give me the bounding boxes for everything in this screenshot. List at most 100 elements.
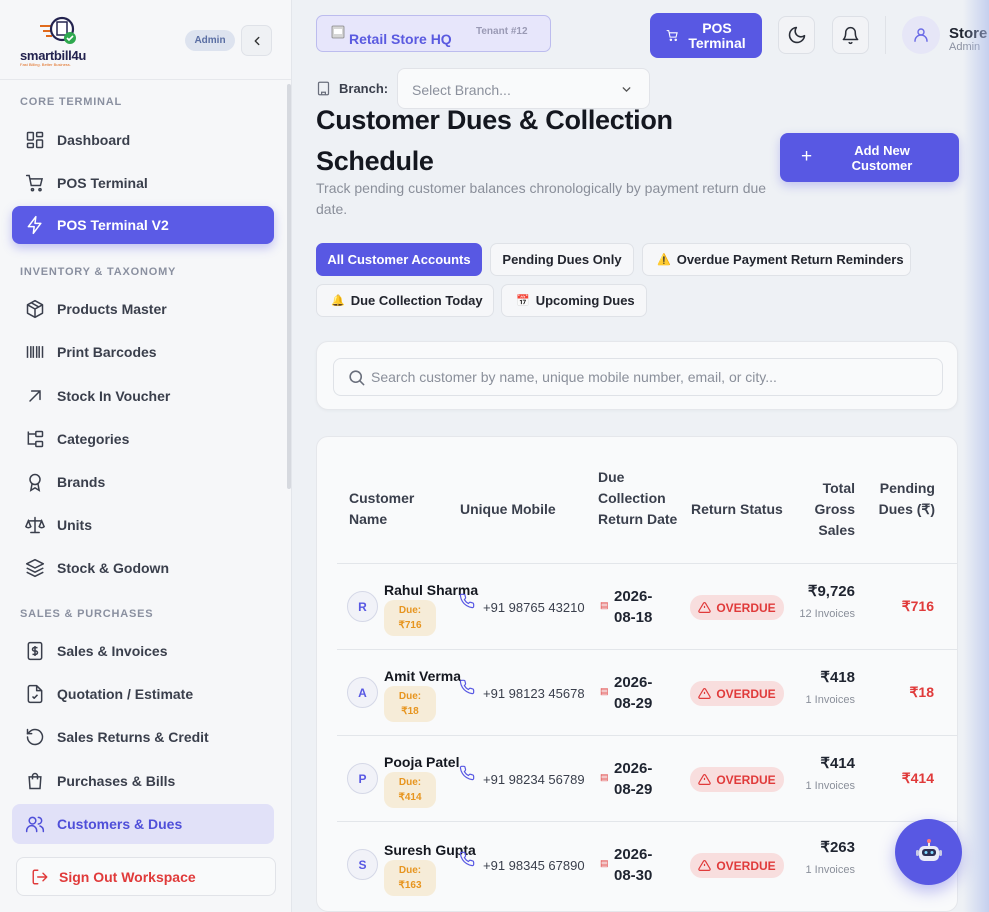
total-gross-sales: ₹414 [820, 755, 855, 772]
store-name: Retail Store HQ [349, 31, 452, 47]
calendar-icon: ▤ [600, 600, 609, 610]
sidebar-item-dashboard[interactable]: Dashboard [12, 121, 274, 159]
sidebar-item-units[interactable]: Units [12, 506, 274, 544]
box-icon [24, 298, 46, 320]
invoice-count: 1 Invoices [805, 864, 855, 876]
pending-dues: ₹716 [901, 598, 934, 614]
sidebar-item-label: Purchases & Bills [57, 773, 176, 789]
user-role: Admin [949, 41, 981, 53]
customer-search-input[interactable] [371, 367, 931, 387]
user-avatar[interactable] [902, 16, 940, 54]
due-amount: ₹716 [398, 620, 422, 631]
sidebar-item-customers-dues[interactable]: Customers & Dues [12, 804, 274, 844]
th-total-gross: Total Gross Sales [814, 480, 855, 538]
due-prefix: Due: [398, 605, 422, 616]
status-badge: OVERDUE [690, 681, 784, 706]
sidebar-item-categories[interactable]: Categories [12, 420, 274, 458]
table-row[interactable]: P Pooja Patel Due: ₹414 +91 98234 56789 ▤… [337, 735, 957, 821]
customer-search[interactable] [333, 358, 943, 396]
brand-tagline: Fast Billing. Better Business. [20, 62, 71, 67]
notifications-button[interactable] [832, 16, 869, 54]
customer-mobile: +91 98765 43210 [483, 600, 585, 615]
alert-triangle-icon [698, 688, 712, 699]
table-row[interactable]: A Amit Verma Due: ₹18 +91 98123 45678 ▤ 2… [337, 649, 957, 735]
receipt-icon [24, 640, 46, 662]
calendar-icon: ▤ [600, 686, 609, 696]
sign-out-button[interactable]: Sign Out Workspace [16, 857, 276, 896]
user-name[interactable]: Store [949, 25, 987, 42]
due-date: 2026-08-29 [614, 760, 653, 798]
customer-mobile: +91 98345 67890 [483, 858, 585, 873]
sidebar-item-print-barcodes[interactable]: Print Barcodes [12, 333, 274, 371]
pos-terminal-label: POS Terminal [688, 20, 746, 51]
sidebar-item-products-master[interactable]: Products Master [12, 290, 274, 328]
customer-avatar: R [347, 591, 378, 622]
add-new-customer-label: Add New Customer [851, 143, 913, 173]
cart-icon [666, 30, 678, 42]
page-title: Customer Dues & Collection Schedule [316, 105, 673, 176]
building-icon [317, 81, 330, 96]
user-icon [914, 28, 928, 42]
filter-upcoming-dues[interactable]: 📅 Upcoming Dues [501, 284, 647, 317]
pos-terminal-button[interactable]: POS Terminal [650, 13, 762, 58]
logo-icon [40, 16, 76, 44]
customer-name[interactable]: Amit Verma [384, 668, 461, 684]
sidebar-item-stock-in-voucher[interactable]: Stock In Voucher [12, 377, 274, 415]
store-selector[interactable]: Retail Store HQ Tenant #12 [316, 15, 551, 52]
top-header: Retail Store HQ Tenant #12 POS Terminal … [293, 0, 989, 72]
sidebar-nav: CORE TERMINAL Dashboard POS Terminal POS… [0, 80, 292, 846]
calendar-icon: ▤ [600, 772, 609, 782]
due-date: 2026-08-30 [614, 846, 653, 884]
moon-icon [788, 26, 805, 44]
status-text: OVERDUE [716, 686, 776, 701]
sidebar-item-quotation[interactable]: Quotation / Estimate [12, 675, 274, 713]
due-amount: ₹18 [401, 706, 419, 717]
sidebar-item-label: Dashboard [57, 132, 131, 148]
status-text: OVERDUE [716, 600, 776, 615]
sign-out-label: Sign Out Workspace [59, 868, 196, 885]
file-check-icon [24, 683, 46, 705]
section-title-core: CORE TERMINAL [20, 96, 123, 108]
filter-due-today[interactable]: 🔔 Due Collection Today [316, 284, 494, 317]
status-text: OVERDUE [716, 858, 776, 873]
sidebar-item-label: Customers & Dues [57, 816, 183, 832]
brand-logo[interactable]: smartbill4u Fast Billing. Better Busines… [20, 14, 100, 67]
filter-pending-dues[interactable]: Pending Dues Only [490, 243, 634, 276]
chevron-left-icon [254, 36, 259, 45]
filter-overdue-reminders[interactable]: ⚠️ Overdue Payment Return Reminders [642, 243, 911, 276]
th-return-status: Return Status [691, 501, 783, 517]
sidebar-item-purchases-bills[interactable]: Purchases & Bills [12, 762, 274, 800]
sidebar-item-pos-terminal-v2[interactable]: POS Terminal V2 [12, 206, 274, 244]
table-row[interactable]: R Rahul Sharma Due: ₹716 +91 98765 43210 … [337, 563, 957, 649]
customer-name[interactable]: Pooja Patel [384, 754, 459, 770]
sidebar-item-label: Units [57, 517, 92, 533]
customer-mobile: +91 98234 56789 [483, 772, 585, 787]
sidebar-scrollbar[interactable] [287, 84, 291, 489]
filter-all-customers[interactable]: All Customer Accounts [316, 243, 482, 276]
phone-icon [459, 765, 475, 781]
filter-label: All Customer Accounts [327, 252, 471, 267]
sidebar-item-sales-returns[interactable]: Sales Returns & Credit [12, 718, 274, 756]
theme-toggle-button[interactable] [778, 16, 815, 54]
pending-dues: ₹414 [901, 770, 934, 786]
sidebar-item-pos-terminal[interactable]: POS Terminal [12, 164, 274, 202]
collapse-sidebar-button[interactable] [241, 25, 272, 56]
due-prefix: Due: [398, 691, 422, 702]
sidebar-item-brands[interactable]: Brands [12, 463, 274, 501]
alert-triangle-icon [698, 774, 712, 785]
sidebar-item-label: Print Barcodes [57, 344, 157, 360]
due-amount: ₹414 [398, 792, 422, 803]
table-row[interactable]: S Suresh Gupta Due: ₹163 +91 98345 67890 … [337, 821, 957, 907]
due-badge: Due: ₹18 [384, 686, 436, 722]
customer-avatar: P [347, 763, 378, 794]
admin-badge: Admin [185, 30, 235, 51]
ai-assistant-button[interactable] [895, 819, 962, 885]
grid-icon [24, 129, 46, 151]
store-icon [331, 25, 345, 39]
sidebar-item-stock-godown[interactable]: Stock & Godown [12, 549, 274, 587]
sidebar-item-sales-invoices[interactable]: Sales & Invoices [12, 632, 274, 670]
add-new-customer-button[interactable]: + Add New Customer [780, 133, 959, 182]
due-amount: ₹163 [398, 880, 422, 891]
due-date: 2026-08-18 [614, 588, 653, 626]
due-badge: Due: ₹716 [384, 600, 436, 636]
